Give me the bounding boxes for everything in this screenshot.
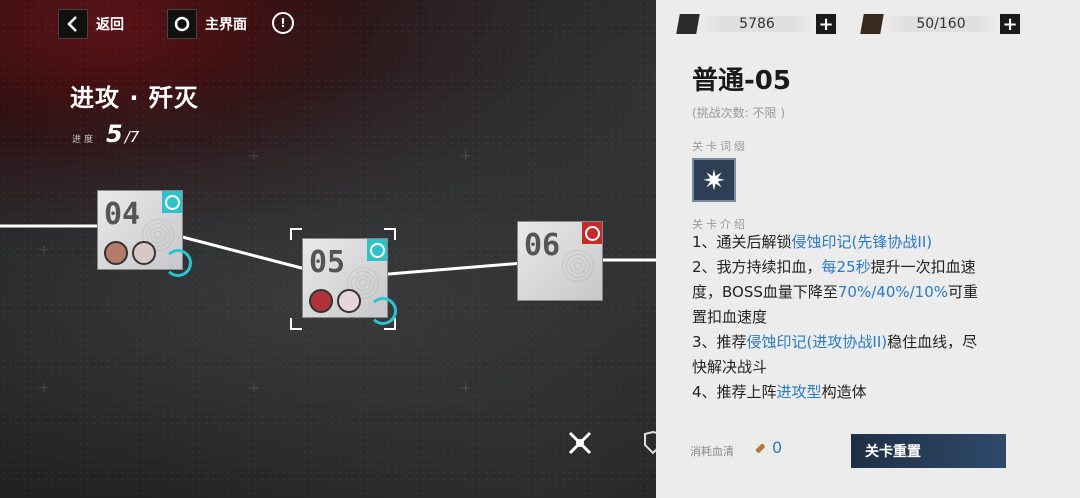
stage-detail-panel: 5786 + 50/160 + 普通-05 (挑战次数: 不限 ) 关卡词缀 ✷… bbox=[656, 0, 1080, 498]
resource-gold: 5786 + bbox=[676, 13, 836, 35]
stamina-vial-icon bbox=[860, 14, 884, 34]
avatar bbox=[337, 289, 361, 313]
stage-number: 06 bbox=[524, 228, 561, 263]
selection-bracket bbox=[290, 228, 302, 240]
desc-line: 3、推荐侵蚀印记(进攻协战II)稳住血线，尽快解决战斗 bbox=[692, 333, 978, 376]
resource-stamina: 50/160 + bbox=[860, 13, 1020, 35]
stage-node-04[interactable]: 04 bbox=[97, 190, 192, 277]
serum-value: 0 bbox=[772, 438, 783, 457]
affix-label: 关卡词缀 bbox=[692, 140, 748, 153]
selection-bracket bbox=[290, 318, 302, 330]
stage-tag-icon bbox=[582, 222, 602, 244]
stage-node-06[interactable]: 06 bbox=[517, 221, 603, 301]
stage-number: 05 bbox=[309, 245, 346, 280]
cleared-ring-icon bbox=[164, 249, 192, 277]
avatar bbox=[132, 241, 156, 265]
desc-line: 2、我方持续扣血，每25秒提升一次扣血速度，BOSS血量下降至70%/40%/1… bbox=[692, 258, 979, 326]
sparkle-affix-icon[interactable]: ✷ bbox=[692, 158, 736, 202]
resource-value: 5786 bbox=[698, 16, 816, 32]
serum-label: 消耗血清 bbox=[690, 445, 734, 458]
bottom-toolbar bbox=[565, 428, 663, 458]
avatar bbox=[104, 241, 128, 265]
desc-line: 1、通关后解锁侵蚀印记(先锋协战II) bbox=[692, 233, 933, 251]
stage-tag-icon bbox=[162, 191, 182, 213]
stage-name: 普通-05 bbox=[692, 66, 791, 96]
stage-number: 04 bbox=[104, 197, 141, 232]
avatar bbox=[309, 289, 333, 313]
gold-ticket-icon bbox=[676, 14, 700, 34]
add-stamina-button[interactable]: + bbox=[1000, 14, 1020, 35]
stage-reset-button[interactable]: 关卡重置 bbox=[851, 434, 1006, 468]
fingerprint-icon bbox=[560, 248, 596, 284]
cleared-ring-icon bbox=[369, 297, 397, 325]
stage-tag-icon bbox=[367, 239, 387, 261]
stage-description: 1、通关后解锁侵蚀印记(先锋协战II) 2、我方持续扣血，每25秒提升一次扣血速… bbox=[692, 230, 982, 405]
stage-node-05[interactable]: 05 bbox=[302, 238, 397, 325]
attempts-text: (挑战次数: 不限 ) bbox=[692, 106, 786, 120]
crossed-swords-icon[interactable] bbox=[565, 428, 595, 458]
serum-cost: 0 bbox=[752, 438, 782, 457]
serum-vial-icon bbox=[755, 443, 765, 453]
add-gold-button[interactable]: + bbox=[816, 14, 836, 35]
resource-value: 50/160 bbox=[882, 16, 1000, 32]
desc-line: 4、推荐上阵进攻型构造体 bbox=[692, 383, 867, 401]
